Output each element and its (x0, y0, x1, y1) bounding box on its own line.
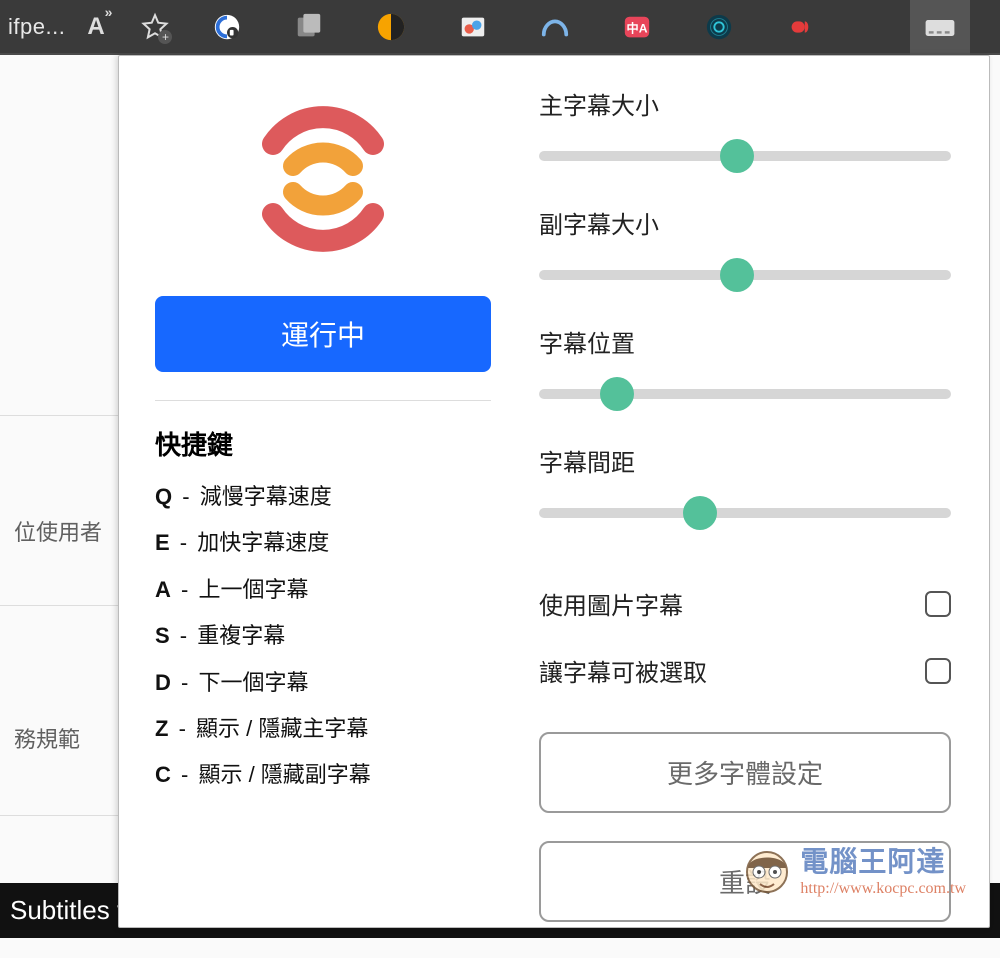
slider-track[interactable] (539, 141, 951, 171)
slider-position: 字幕位置 (539, 324, 951, 409)
shortcut-row: Z - 顯示 / 隱藏主字幕 (155, 716, 491, 742)
popup-left-panel: 運行中 快捷鍵 Q - 減慢字幕速度 E - 加快字幕速度 A - 上一個字幕 … (119, 56, 519, 927)
slider-thumb[interactable] (683, 496, 717, 530)
extension-icon-6[interactable]: 中A (620, 10, 654, 44)
shortcut-row: C - 顯示 / 隱藏副字幕 (155, 762, 491, 788)
shortcut-row: D - 下一個字幕 (155, 670, 491, 696)
check-selectable-subtitle: 讓字幕可被選取 (539, 653, 951, 688)
slider-thumb[interactable] (600, 377, 634, 411)
shortcuts-section: 快捷鍵 Q - 減慢字幕速度 E - 加快字幕速度 A - 上一個字幕 S - … (155, 425, 491, 809)
slider-track[interactable] (539, 498, 951, 528)
shortcut-row: S - 重複字幕 (155, 623, 491, 649)
extension-popup: 運行中 快捷鍵 Q - 減慢字幕速度 E - 加快字幕速度 A - 上一個字幕 … (118, 55, 990, 928)
shortcut-row: Q - 減慢字幕速度 (155, 484, 491, 510)
bg-text-users: 位使用者 (14, 515, 102, 547)
slider-sub-size: 副字幕大小 (539, 205, 951, 290)
checkbox[interactable] (925, 591, 951, 617)
address-fragment: ifpe... (8, 14, 65, 40)
checkbox[interactable] (925, 658, 951, 684)
check-label: 使用圖片字幕 (539, 586, 683, 621)
extension-icon-2[interactable] (292, 10, 326, 44)
slider-spacing: 字幕間距 (539, 443, 951, 528)
svg-text:中A: 中A (627, 20, 648, 35)
divider (155, 400, 491, 401)
shortcuts-heading: 快捷鍵 (155, 425, 491, 462)
slider-label: 副字幕大小 (539, 205, 951, 240)
shortcut-row: A - 上一個字幕 (155, 577, 491, 603)
extension-icons-row: 中A (210, 10, 818, 44)
extension-icon-5[interactable] (538, 10, 572, 44)
bg-text-policy: 務規範 (14, 722, 80, 754)
extension-icon-4[interactable] (456, 10, 490, 44)
reset-button[interactable]: 重設 (539, 841, 951, 922)
extension-icon-1[interactable] (210, 10, 244, 44)
status-button[interactable]: 運行中 (155, 296, 491, 372)
slider-label: 字幕間距 (539, 443, 951, 478)
slider-thumb[interactable] (720, 139, 754, 173)
extension-icon-3[interactable] (374, 10, 408, 44)
more-font-settings-button[interactable]: 更多字體設定 (539, 732, 951, 813)
extension-icon-7[interactable] (702, 10, 736, 44)
shortcut-row: E - 加快字幕速度 (155, 530, 491, 556)
app-logo (155, 86, 491, 296)
slider-label: 主字幕大小 (539, 86, 951, 121)
popup-right-panel: 主字幕大小 副字幕大小 字幕位置 字幕間距 (519, 56, 989, 927)
slider-track[interactable] (539, 260, 951, 290)
slider-label: 字幕位置 (539, 324, 951, 359)
slider-track[interactable] (539, 379, 951, 409)
slider-thumb[interactable] (720, 258, 754, 292)
check-label: 讓字幕可被選取 (539, 653, 707, 688)
favorite-star-icon[interactable]: + (140, 12, 170, 42)
extension-icon-8[interactable] (784, 10, 818, 44)
slider-main-size: 主字幕大小 (539, 86, 951, 171)
reader-mode-icon[interactable]: A» (87, 12, 112, 41)
browser-toolbar: ifpe... A» + 中A (0, 0, 1000, 55)
active-extension-icon[interactable] (910, 0, 970, 55)
check-image-subtitle: 使用圖片字幕 (539, 586, 951, 621)
